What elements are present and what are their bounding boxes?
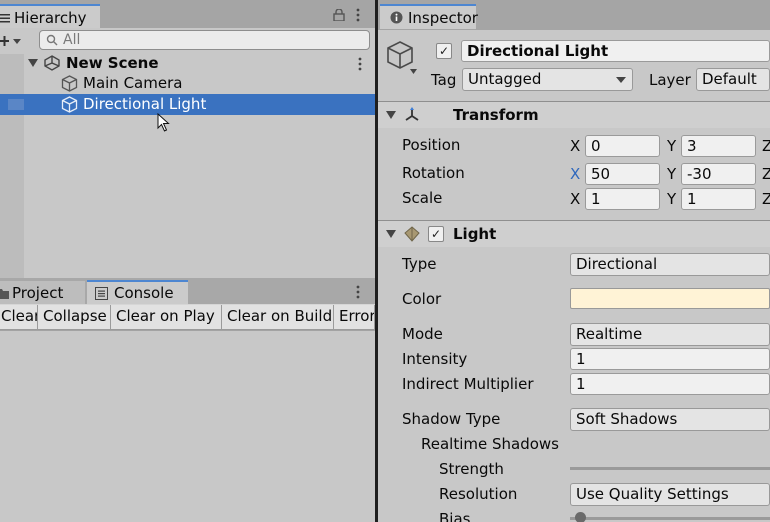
clear-on-build-toggle[interactable]: Clear on Build (222, 305, 334, 329)
shadow-type-label: Shadow Type (402, 410, 501, 428)
scene-row[interactable]: New Scene (0, 53, 375, 74)
axis-x-label: X (570, 137, 581, 155)
chevron-down-icon (616, 77, 626, 83)
bias-label: Bias (439, 510, 471, 522)
info-icon (390, 11, 403, 24)
axis-z-label: Z (762, 165, 770, 183)
tag-dropdown[interactable]: Untagged (462, 68, 633, 91)
axis-x-label: X (570, 190, 581, 208)
transform-title: Transform (453, 106, 539, 124)
tag-value: Untagged (468, 70, 542, 88)
type-label: Type (402, 255, 437, 273)
hierarchy-item-label: Directional Light (83, 95, 207, 113)
cube-icon (61, 75, 78, 92)
error-pause-toggle[interactable]: Error (334, 305, 375, 329)
visibility-icon[interactable] (8, 99, 24, 110)
console-log-area (0, 331, 375, 522)
scale-label: Scale (402, 189, 443, 207)
transform-header[interactable]: Transform (378, 102, 770, 128)
active-checkbox[interactable]: ✓ (436, 43, 452, 59)
tab-project[interactable]: Project (0, 281, 85, 304)
search-placeholder: All (63, 32, 81, 48)
resolution-label: Resolution (439, 485, 518, 503)
layer-dropdown[interactable]: Default (696, 68, 770, 91)
axis-y-label: Y (667, 165, 677, 183)
axis-y-label: Y (667, 190, 677, 208)
color-swatch[interactable] (570, 288, 770, 309)
add-dropdown-icon[interactable] (0, 34, 26, 48)
rotation-y-input[interactable]: -30 (681, 163, 756, 185)
strength-slider-track[interactable] (570, 467, 770, 470)
rotation-x-input[interactable]: 50 (585, 163, 660, 185)
light-title: Light (453, 225, 497, 243)
layer-label: Layer (649, 71, 691, 89)
tab-hierarchy-label: Hierarchy (14, 8, 87, 27)
folder-icon (0, 287, 9, 299)
scene-name: New Scene (66, 54, 159, 72)
position-x-input[interactable]: 0 (585, 135, 660, 157)
bias-slider-handle[interactable] (575, 512, 586, 522)
expand-arrow-icon[interactable] (386, 230, 396, 239)
tab-inspector[interactable]: Inspector (380, 4, 478, 29)
object-name-input[interactable]: Directional Light (461, 40, 770, 62)
color-label: Color (402, 290, 442, 308)
hierarchy-menu-icon[interactable] (356, 8, 360, 22)
axis-x-label: X (570, 165, 581, 183)
expand-arrow-icon[interactable] (28, 58, 38, 68)
tab-hierarchy[interactable]: Hierarchy (0, 4, 100, 29)
cube-icon (61, 96, 78, 113)
search-icon (46, 34, 60, 46)
scale-x-input[interactable]: 1 (585, 188, 660, 210)
clear-on-play-toggle[interactable]: Clear on Play (111, 305, 222, 329)
console-menu-icon[interactable] (356, 285, 360, 299)
bias-slider-track[interactable] (570, 517, 770, 520)
tab-inspector-label: Inspector (408, 8, 478, 27)
hierarchy-item-main-camera[interactable]: Main Camera (0, 73, 375, 94)
realtime-shadows-label: Realtime Shadows (421, 435, 559, 453)
scale-y-input[interactable]: 1 (681, 188, 756, 210)
expand-arrow-icon[interactable] (386, 111, 396, 120)
intensity-input[interactable]: 1 (570, 348, 770, 370)
resolution-dropdown[interactable]: Use Quality Settings (570, 483, 770, 506)
mode-dropdown[interactable]: Realtime (570, 323, 770, 346)
collapse-toggle[interactable]: Collapse (38, 305, 111, 329)
hierarchy-search-input[interactable]: All (39, 30, 370, 50)
transform-icon (403, 106, 421, 124)
console-icon (95, 286, 108, 300)
shadow-type-dropdown[interactable]: Soft Shadows (570, 408, 770, 431)
list-icon (0, 13, 12, 23)
hierarchy-item-label: Main Camera (83, 74, 183, 92)
indirect-multiplier-input[interactable]: 1 (570, 373, 770, 395)
gameobject-cube-icon (386, 40, 418, 76)
axis-z-label: Z (762, 137, 770, 155)
lock-icon[interactable] (333, 9, 345, 21)
light-enabled-checkbox[interactable]: ✓ (428, 226, 444, 242)
rotation-label: Rotation (402, 164, 465, 182)
tab-console-label: Console (114, 284, 174, 302)
intensity-label: Intensity (402, 350, 468, 368)
mode-label: Mode (402, 325, 443, 343)
tab-console[interactable]: Console (87, 280, 188, 304)
strength-label: Strength (439, 460, 504, 478)
scene-menu-icon[interactable] (358, 57, 362, 71)
hierarchy-item-directional-light[interactable]: Directional Light (0, 94, 375, 115)
clear-button[interactable]: Clear (0, 305, 38, 329)
mouse-cursor-icon (157, 113, 170, 132)
axis-z-label: Z (762, 190, 770, 208)
axis-y-label: Y (667, 137, 677, 155)
indirect-multiplier-label: Indirect Multiplier (402, 375, 534, 393)
tag-label: Tag (431, 71, 457, 89)
type-dropdown[interactable]: Directional (570, 253, 770, 276)
light-icon (403, 225, 421, 243)
position-y-input[interactable]: 3 (681, 135, 756, 157)
position-label: Position (402, 136, 461, 154)
tab-project-label: Project (12, 283, 64, 302)
unity-scene-icon (44, 55, 60, 71)
light-header[interactable]: ✓ Light (378, 221, 770, 247)
